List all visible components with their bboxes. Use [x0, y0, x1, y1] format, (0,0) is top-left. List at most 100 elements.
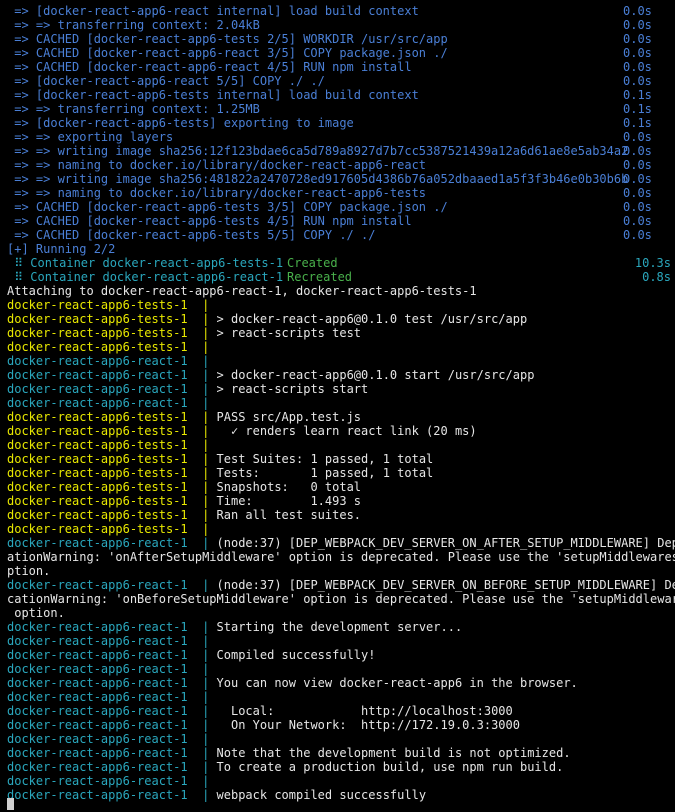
terminal-line: docker-react-app6-tests-1 | > react-scri… [0, 326, 675, 340]
service-prefix: docker-react-app6-react-1 [7, 690, 188, 704]
terminal-line: [+] Running 2/2 [0, 242, 675, 256]
service-prefix: docker-react-app6-react-1 [7, 676, 188, 690]
log-message: (node:37) [DEP_WEBPACK_DEV_SERVER_ON_AFT… [216, 536, 675, 550]
terminal-line: docker-react-app6-react-1 | [0, 634, 675, 648]
log-entry: docker-react-app6-react-1 | You can now … [7, 676, 578, 690]
terminal-line: docker-react-app6-react-1 | Local: http:… [0, 704, 675, 718]
build-step-time: 0.0s [623, 200, 652, 214]
terminal-line: docker-react-app6-react-1 | (node:37) [D… [0, 578, 675, 592]
terminal-line: => => naming to docker.io/library/docker… [0, 158, 675, 172]
log-entry: docker-react-app6-react-1 | [7, 774, 217, 788]
service-prefix: docker-react-app6-react-1 [7, 354, 188, 368]
log-entry: docker-react-app6-react-1 | Compiled suc… [7, 648, 375, 662]
service-prefix: docker-react-app6-react-1 [7, 788, 188, 802]
terminal-line: => [docker-react-app6-react internal] lo… [0, 4, 675, 18]
service-prefix: docker-react-app6-react-1 [7, 774, 188, 788]
service-prefix: docker-react-app6-tests-1 [7, 326, 188, 340]
prefix-separator: | [187, 438, 217, 452]
log-message: Test Suites: 1 passed, 1 total [216, 452, 434, 466]
build-step-text: => => exporting layers [7, 130, 174, 144]
terminal-line: => => writing image sha256:12f123bdae6ca… [0, 144, 675, 158]
service-prefix: docker-react-app6-react-1 [7, 634, 188, 648]
build-step-text: => CACHED [docker-react-app6-react 4/5] … [7, 60, 412, 74]
prefix-separator: | [187, 760, 217, 774]
build-step-text: => => transferring context: 1.25MB [7, 102, 260, 116]
terminal-line: docker-react-app6-tests-1 | [0, 522, 675, 536]
service-prefix: docker-react-app6-tests-1 [7, 466, 188, 480]
terminal-line: => CACHED [docker-react-app6-react 4/5] … [0, 60, 675, 74]
build-step-text: => [docker-react-app6-tests internal] lo… [7, 88, 419, 102]
build-step-text: => CACHED [docker-react-app6-tests 4/5] … [7, 214, 412, 228]
terminal-line: docker-react-app6-tests-1 | Ran all test… [0, 508, 675, 522]
service-prefix: docker-react-app6-tests-1 [7, 424, 188, 438]
terminal-line: docker-react-app6-tests-1 | Time: 1.493 … [0, 494, 675, 508]
prefix-separator: | [187, 536, 217, 550]
log-entry: docker-react-app6-tests-1 | [7, 438, 217, 452]
log-message: On Your Network: http://172.19.0.3:3000 [216, 718, 520, 732]
terminal-line: docker-react-app6-react-1 | [0, 774, 675, 788]
service-prefix: docker-react-app6-react-1 [7, 648, 188, 662]
build-step-time: 0.0s [623, 228, 652, 242]
service-prefix: docker-react-app6-react-1 [7, 620, 188, 634]
log-entry: docker-react-app6-react-1 | [7, 354, 217, 368]
log-message: > react-scripts start [216, 382, 369, 396]
build-step-time: 0.0s [623, 186, 652, 200]
terminal-line: docker-react-app6-react-1 | To create a … [0, 760, 675, 774]
terminal-line: => => writing image sha256:481822a247072… [0, 172, 675, 186]
prefix-separator: | [187, 298, 217, 312]
terminal-line: docker-react-app6-react-1 | [0, 396, 675, 410]
log-entry: docker-react-app6-tests-1 | [7, 522, 217, 536]
terminal-line: => => exporting layers 0.0s [0, 130, 675, 144]
service-prefix: docker-react-app6-tests-1 [7, 340, 188, 354]
terminal-window[interactable]: => [docker-react-app6-react internal] lo… [0, 0, 675, 812]
prefix-separator: | [187, 368, 217, 382]
log-text: cationWarning: 'onBeforeSetupMiddleware'… [7, 592, 675, 606]
terminal-line: docker-react-app6-tests-1 | [0, 298, 675, 312]
service-prefix: docker-react-app6-tests-1 [7, 480, 188, 494]
log-message: Snapshots: 0 total [216, 480, 362, 494]
log-entry: docker-react-app6-react-1 | Local: http:… [7, 704, 513, 718]
terminal-line: Attaching to docker-react-app6-react-1, … [0, 284, 675, 298]
log-message: Local: http://localhost:3000 [216, 704, 513, 718]
terminal-line: => [docker-react-app6-react 5/5] COPY ./… [0, 74, 675, 88]
terminal-line: docker-react-app6-tests-1 | [0, 340, 675, 354]
log-message: > docker-react-app6@0.1.0 test /usr/src/… [216, 312, 528, 326]
terminal-line: docker-react-app6-react-1 | [0, 662, 675, 676]
prefix-separator: | [187, 382, 217, 396]
log-entry: docker-react-app6-tests-1 | Time: 1.493 … [7, 494, 361, 508]
log-entry: docker-react-app6-react-1 | [7, 634, 217, 648]
terminal-line: => CACHED [docker-react-app6-tests 4/5] … [0, 214, 675, 228]
terminal-line: => => transferring context: 2.04kB 0.0s [0, 18, 675, 32]
build-step-text: => => naming to docker.io/library/docker… [7, 158, 427, 172]
prefix-separator: | [187, 452, 217, 466]
prefix-separator: | [187, 522, 217, 536]
service-prefix: docker-react-app6-react-1 [7, 396, 188, 410]
terminal-line: => CACHED [docker-react-app6-tests 3/5] … [0, 200, 675, 214]
service-prefix: docker-react-app6-react-1 [7, 578, 188, 592]
build-step-time: 0.1s [623, 88, 652, 102]
log-entry: docker-react-app6-tests-1 | Snapshots: 0… [7, 480, 361, 494]
prefix-separator: | [187, 634, 217, 648]
build-step-time: 0.0s [623, 130, 652, 144]
log-message: > docker-react-app6@0.1.0 start /usr/src… [216, 368, 535, 382]
container-time: 0.8s [642, 270, 671, 284]
build-step-time: 0.0s [623, 4, 652, 18]
log-message: > react-scripts test [216, 326, 362, 340]
prefix-separator: | [187, 718, 217, 732]
prefix-separator: | [187, 508, 217, 522]
build-step-text: => CACHED [docker-react-app6-tests 2/5] … [7, 32, 448, 46]
prefix-separator: | [187, 774, 217, 788]
log-entry: docker-react-app6-react-1 | webpack comp… [7, 788, 426, 802]
prefix-separator: | [187, 690, 217, 704]
log-entry: docker-react-app6-react-1 | Note that th… [7, 746, 571, 760]
terminal-line: docker-react-app6-react-1 | Note that th… [0, 746, 675, 760]
log-message: Starting the development server... [216, 620, 463, 634]
prefix-separator: | [187, 354, 217, 368]
log-entry: docker-react-app6-tests-1 | [7, 298, 217, 312]
prefix-separator: | [187, 466, 217, 480]
build-step-text: => [docker-react-app6-react internal] lo… [7, 4, 419, 18]
log-message: Note that the development build is not o… [216, 746, 571, 760]
build-step-text: => CACHED [docker-react-app6-tests 5/5] … [7, 228, 376, 242]
terminal-line: docker-react-app6-react-1 | Compiled suc… [0, 648, 675, 662]
terminal-line: docker-react-app6-react-1 | Starting the… [0, 620, 675, 634]
